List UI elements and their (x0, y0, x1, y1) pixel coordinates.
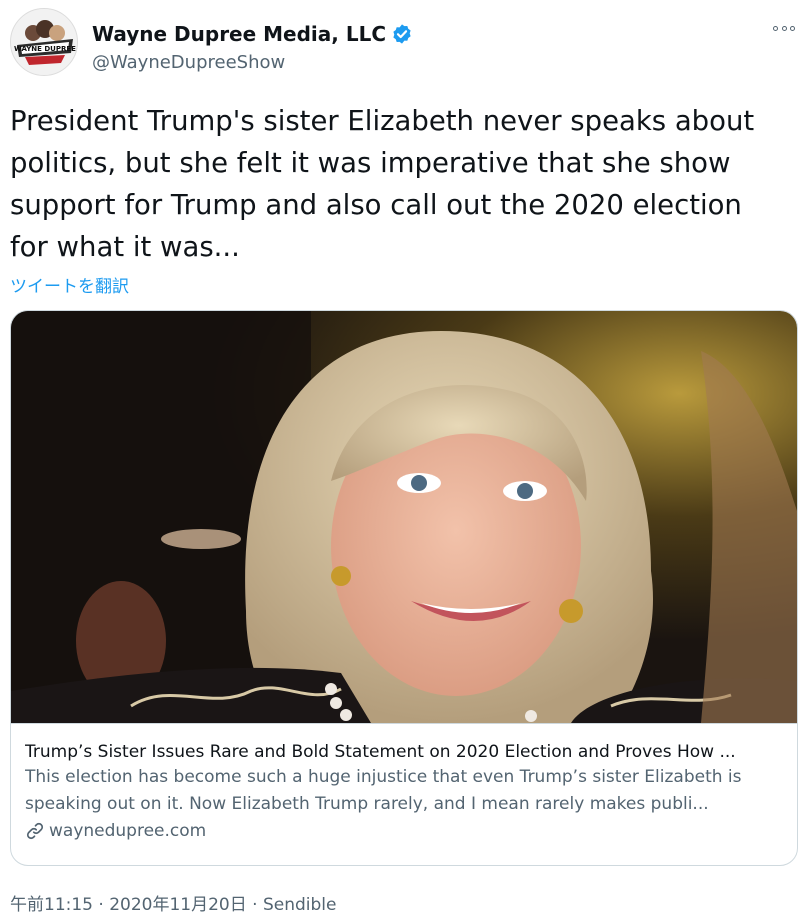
more-options-icon[interactable] (770, 18, 798, 38)
card-title[interactable]: Trump’s Sister Issues Rare and Bold Stat… (25, 740, 783, 764)
translate-link[interactable]: ツイートを翻訳 (10, 272, 129, 297)
more-dot (773, 25, 778, 31)
card-body[interactable]: Trump’s Sister Issues Rare and Bold Stat… (11, 723, 797, 865)
name-row: Wayne Dupree Media, LLC (92, 22, 413, 46)
card-image[interactable] (11, 311, 797, 723)
link-icon (26, 822, 44, 840)
more-dot (781, 25, 787, 31)
avatar[interactable]: WAYNE DUPREE (10, 8, 78, 76)
tweet-meta: 午前11:15 · 2020年11月20日 · Sendible (10, 890, 336, 915)
tweet: WAYNE DUPREE Wayne Dupree Media, LLC @Wa… (0, 0, 808, 916)
tweet-text: President Trump's sister Elizabeth never… (10, 105, 755, 263)
verified-badge-icon (391, 23, 413, 45)
avatar-logo-text: WAYNE DUPREE (14, 45, 76, 53)
meta-separator: · (93, 895, 110, 915)
card-domain-text: waynedupree.com (49, 821, 207, 841)
tweet-time[interactable]: 午前11:15 (10, 895, 93, 915)
card-domain[interactable]: waynedupree.com (25, 821, 783, 841)
card-description: This election has become such a huge inj… (25, 767, 742, 814)
display-name[interactable]: Wayne Dupree Media, LLC (92, 22, 386, 46)
meta-separator: · (246, 895, 263, 915)
avatar-image: WAYNE DUPREE (11, 9, 77, 75)
handle[interactable]: @WayneDupreeShow (92, 52, 285, 73)
tweet-header: WAYNE DUPREE Wayne Dupree Media, LLC @Wa… (10, 8, 798, 78)
tweet-source[interactable]: Sendible (263, 895, 337, 915)
tweet-date[interactable]: 2020年11月20日 (109, 895, 247, 915)
card-photo (11, 311, 797, 723)
more-dot (790, 25, 795, 31)
link-card[interactable]: Trump’s Sister Issues Rare and Bold Stat… (10, 310, 798, 866)
